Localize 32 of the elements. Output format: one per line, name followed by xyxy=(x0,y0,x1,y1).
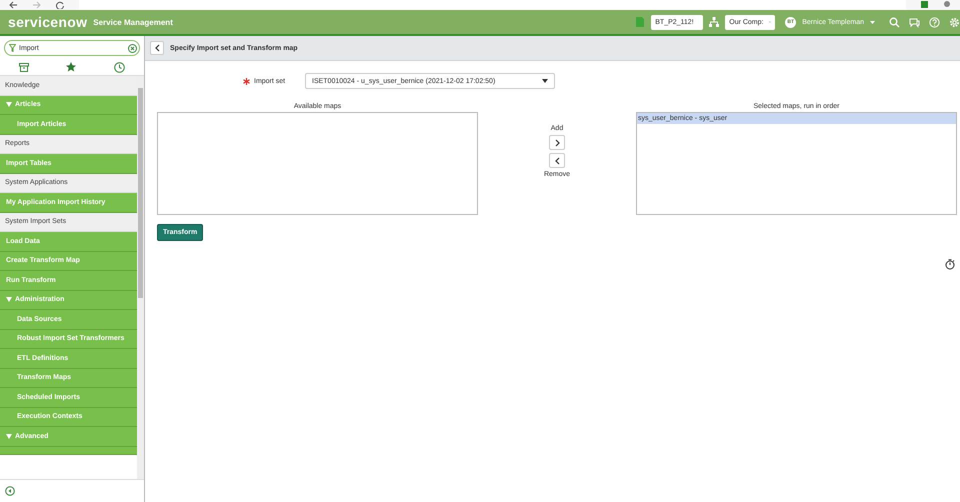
triangle-icon[interactable] xyxy=(6,297,12,302)
back-arrow-icon[interactable] xyxy=(8,1,18,9)
triangle-icon[interactable] xyxy=(6,102,12,108)
chat-icon[interactable] xyxy=(909,16,920,28)
extension-icon[interactable] xyxy=(920,1,928,9)
available-maps-list[interactable] xyxy=(157,112,478,215)
scrollbar[interactable] xyxy=(137,76,144,479)
filter-icon xyxy=(9,44,16,52)
search-icon[interactable] xyxy=(889,16,900,28)
back-button[interactable] xyxy=(150,41,164,55)
reload-icon[interactable] xyxy=(56,1,65,9)
chevron-right-icon xyxy=(554,138,560,146)
hierarchy-icon[interactable] xyxy=(709,17,720,27)
logo[interactable]: servicenow xyxy=(8,14,88,30)
star-icon[interactable] xyxy=(66,62,76,72)
help-icon[interactable] xyxy=(929,16,940,28)
add-button[interactable] xyxy=(549,135,565,150)
caret-icon[interactable] xyxy=(870,20,875,24)
chevron-left-icon xyxy=(154,44,160,52)
timer-icon[interactable] xyxy=(945,259,955,270)
product-name: Service Management xyxy=(93,18,173,26)
collapse-icon[interactable] xyxy=(5,486,15,496)
forward-arrow-icon[interactable] xyxy=(32,1,42,9)
caret-icon xyxy=(542,79,548,83)
settings-icon[interactable] xyxy=(949,16,960,28)
clear-icon[interactable] xyxy=(128,44,137,52)
profile-icon[interactable] xyxy=(942,1,952,9)
triangle-icon[interactable] xyxy=(6,434,12,439)
chevron-left-icon xyxy=(554,156,560,164)
clock-icon[interactable] xyxy=(114,62,126,72)
remove-button[interactable] xyxy=(549,153,565,168)
archive-icon[interactable] xyxy=(18,62,29,72)
